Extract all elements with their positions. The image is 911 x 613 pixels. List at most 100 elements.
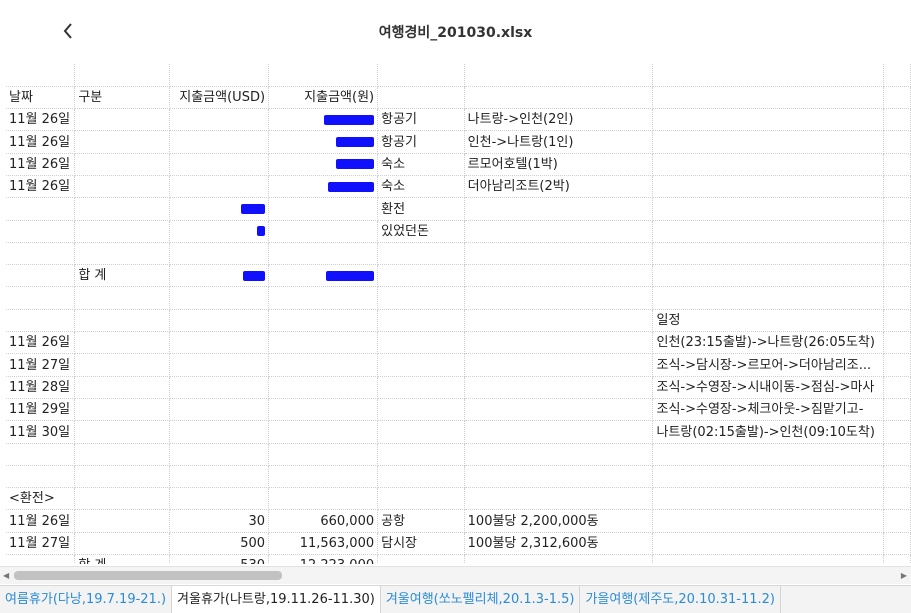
grid-cell[interactable] [464,420,654,444]
grid-cell[interactable] [377,286,465,310]
grid-cell[interactable] [74,242,170,266]
grid-cell[interactable] [74,353,170,377]
grid-cell[interactable]: 지출금액(원) [268,86,379,110]
grid-cell[interactable] [74,532,170,556]
grid-cell[interactable] [74,331,170,355]
grid-cell[interactable] [74,309,170,333]
sheet-tab-winter-nhatrang[interactable]: 겨울휴가(나트랑,19.11.26-11.30) [172,586,381,613]
grid-cell[interactable]: 담시장 [377,532,465,556]
grid-cell[interactable] [464,443,654,466]
grid-cell[interactable] [169,443,270,466]
grid-cell[interactable] [268,197,379,221]
grid-cell[interactable] [169,398,270,422]
grid-cell[interactable] [268,286,379,310]
grid-cell[interactable] [169,64,270,87]
grid-cell[interactable] [883,175,911,199]
grid-cell[interactable] [883,197,911,221]
grid-cell[interactable]: 항공기 [377,130,465,154]
grid-cell[interactable] [6,220,76,243]
grid-cell[interactable] [74,153,170,176]
grid-cell[interactable] [883,509,911,533]
grid-cell[interactable] [268,353,379,377]
grid-cell[interactable]: 합 계 [74,554,170,564]
grid-cell[interactable] [377,487,465,511]
grid-cell[interactable]: 11월 26일 [6,331,76,355]
grid-cell[interactable] [169,487,270,511]
grid-cell[interactable]: 100불당 2,200,000동 [464,509,654,533]
grid-cell[interactable] [883,465,911,489]
grid-cell[interactable] [268,420,379,444]
grid-cell[interactable] [74,197,170,221]
grid-cell[interactable]: 11월 27일 [6,353,76,377]
grid-cell[interactable] [6,264,76,288]
grid-cell[interactable] [169,465,270,489]
grid-cell[interactable]: 530 [169,554,270,564]
grid-cell[interactable] [169,286,270,310]
grid-cell[interactable] [74,64,170,87]
grid-cell[interactable]: 11,563,000 [268,532,379,556]
grid-cell[interactable] [377,309,465,333]
grid-cell[interactable] [169,420,270,444]
grid-cell[interactable] [464,398,654,422]
grid-cell[interactable] [74,487,170,511]
grid-cell[interactable]: 30 [169,509,270,533]
grid-cell[interactable]: 11월 26일 [6,108,76,132]
grid-cell[interactable]: 조식->담시장->르모어->더아남리조... [652,353,884,377]
grid-cell[interactable] [6,242,76,266]
sheet-tab-autumn-jeju[interactable]: 가을여행(제주도,20.10.31-11.2) [580,586,781,613]
grid-cell[interactable] [883,108,911,132]
grid-cell[interactable] [883,353,911,377]
scroll-right-icon[interactable]: ▶ [901,571,907,580]
grid-cell[interactable] [169,108,270,132]
grid-cell[interactable] [883,264,911,288]
grid-cell[interactable] [6,443,76,466]
grid-cell[interactable] [883,554,911,564]
grid-cell[interactable]: 11월 26일 [6,175,76,199]
grid-cell[interactable]: 환전 [377,197,465,221]
grid-cell[interactable] [883,153,911,176]
grid-cell[interactable] [6,465,76,489]
grid-cell[interactable] [268,264,379,288]
sheet-tab-winter-sono[interactable]: 겨울여행(쏘노펠리체,20.1.3-1.5) [381,586,581,613]
grid-cell[interactable] [464,264,654,288]
grid-cell[interactable] [268,64,379,87]
grid-cell[interactable] [377,264,465,288]
grid-cell[interactable] [377,64,465,87]
grid-cell[interactable]: 숙소 [377,153,465,176]
grid-cell[interactable] [6,554,76,564]
grid-cell[interactable] [6,197,76,221]
grid-cell[interactable] [377,420,465,444]
grid-cell[interactable] [652,554,884,564]
grid-cell[interactable] [883,532,911,556]
grid-cell[interactable] [464,331,654,355]
grid-cell[interactable] [883,86,911,110]
grid-cell[interactable] [268,153,379,176]
grid-cell[interactable]: 숙소 [377,175,465,199]
scroll-left-icon[interactable]: ◀ [3,571,9,580]
grid-cell[interactable] [652,64,884,87]
grid-cell[interactable] [6,64,76,87]
grid-cell[interactable]: 공항 [377,509,465,533]
grid-cell[interactable] [464,197,654,221]
spreadsheet-grid[interactable]: 날짜 구분 지출금액(USD) 지출금액(원) 11월 26일 항공기 나트랑->인천(2인… [6,64,911,564]
grid-cell[interactable]: 12,223,000 [268,554,379,564]
grid-cell[interactable]: 구분 [74,86,170,110]
grid-cell[interactable] [268,242,379,266]
grid-cell[interactable] [268,398,379,422]
grid-cell[interactable] [464,64,654,87]
grid-cell[interactable]: 11월 27일 [6,532,76,556]
grid-cell[interactable]: 지출금액(USD) [169,86,270,110]
grid-cell[interactable] [464,286,654,310]
grid-cell[interactable] [169,331,270,355]
grid-cell[interactable] [464,554,654,564]
grid-cell[interactable] [883,242,911,266]
grid-cell[interactable] [883,309,911,333]
grid-cell[interactable] [74,220,170,243]
grid-cell[interactable] [268,309,379,333]
grid-cell[interactable] [652,153,884,176]
grid-cell[interactable] [883,443,911,466]
grid-cell[interactable] [268,465,379,489]
grid-cell[interactable] [74,509,170,533]
grid-cell[interactable] [169,220,270,243]
grid-cell[interactable]: 660,000 [268,509,379,533]
